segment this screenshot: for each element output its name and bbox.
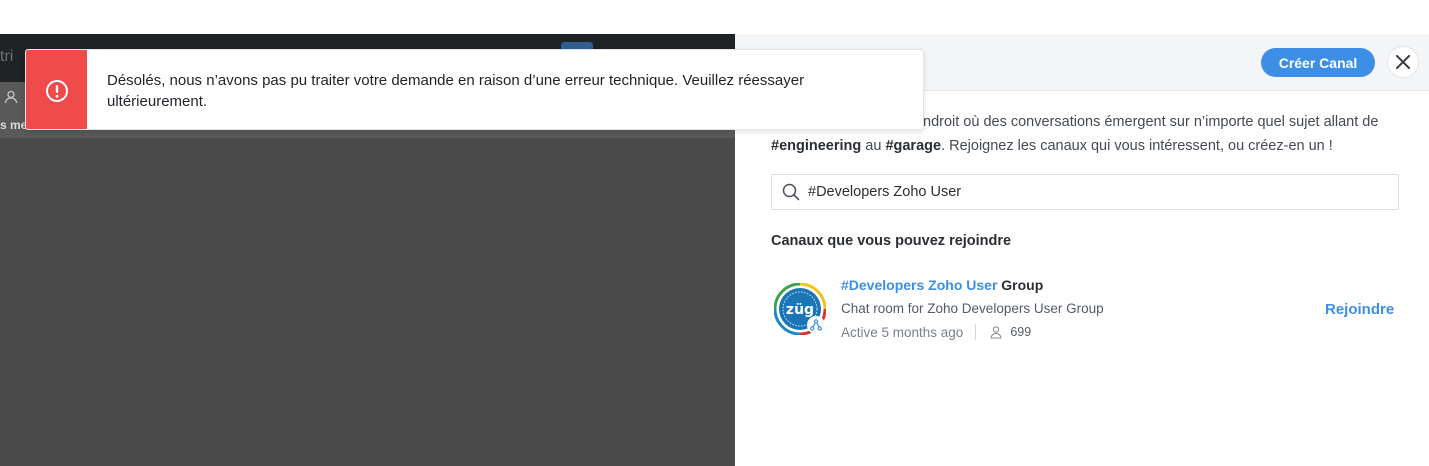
members-icon: [990, 325, 1004, 339]
toast-icon-strip: [26, 50, 87, 129]
error-toast: Désolés, nous n’avons pas pu traiter vot…: [25, 49, 924, 130]
background-header-text: tri: [0, 48, 14, 65]
search-icon: [782, 183, 800, 201]
meta-divider: [975, 324, 977, 340]
channel-member-count: 699: [1010, 325, 1032, 339]
top-bar: [0, 0, 1429, 34]
channel-search-input[interactable]: [808, 177, 1378, 207]
background-subheader-text: s me: [0, 118, 28, 132]
intro-tail: . Rejoignez les canaux qui vous intéress…: [941, 138, 1333, 154]
avatar-text: züg: [786, 302, 814, 318]
close-panel-button[interactable]: [1387, 46, 1419, 78]
join-channel-button[interactable]: Rejoindre: [1325, 301, 1394, 318]
channel-name-match: #Developers Zoho User: [841, 277, 998, 293]
toast-message: Désolés, nous n’avons pas pu traiter vot…: [107, 72, 805, 110]
share-icon: [810, 319, 822, 331]
channel-list-item[interactable]: züg #Developers Zoho User Group Chat roo…: [771, 274, 1399, 346]
intro-line-2: #engineering au #garage. Rejoignez les c…: [771, 134, 1401, 158]
channel-type-badge: [807, 316, 825, 334]
alert-circle-icon: [45, 79, 69, 103]
tag-garage: #garage: [885, 138, 942, 154]
joinable-channels-title: Canaux que vous pouvez rejoindre: [771, 233, 1012, 249]
channel-activity: Active 5 months ago: [841, 324, 964, 340]
tag-engineering: #engineering: [771, 138, 862, 154]
channel-search-box[interactable]: [771, 174, 1399, 210]
user-icon: [4, 90, 18, 107]
close-icon: [1396, 55, 1410, 69]
channel-meta: Active 5 months ago 699: [841, 324, 1031, 340]
channel-name[interactable]: #Developers Zoho User Group: [841, 277, 1043, 293]
channel-name-rest: Group: [997, 277, 1044, 293]
create-channel-button[interactable]: Créer Canal: [1261, 48, 1375, 77]
intro-mid: au: [861, 138, 886, 154]
channel-description: Chat room for Zoho Developers User Group: [841, 301, 1104, 316]
